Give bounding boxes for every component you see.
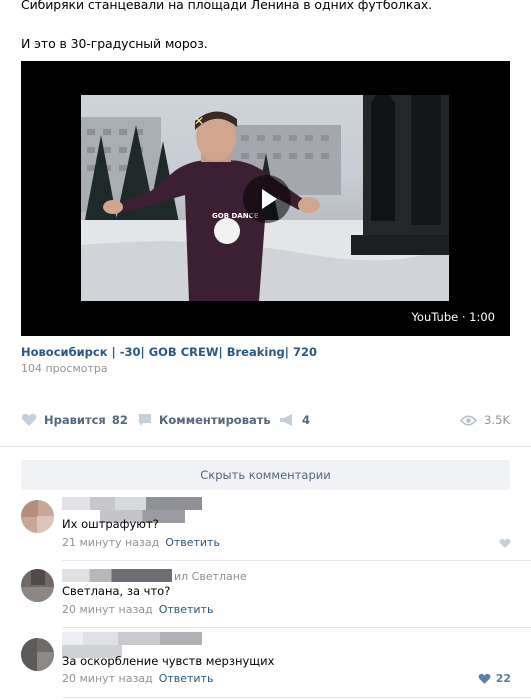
- comment-label: Комментировать: [159, 413, 271, 427]
- comment-button[interactable]: Комментировать: [138, 413, 271, 427]
- comment-text: Их оштрафуют?: [62, 517, 159, 531]
- heart-icon: [21, 413, 37, 426]
- comment-meta: 21 минуту назад Ответить: [62, 536, 220, 549]
- views-count: 3.5K: [484, 413, 510, 427]
- comment-time[interactable]: 20 минут назад: [62, 603, 153, 616]
- reply-link[interactable]: Ответить: [165, 536, 220, 549]
- comment-divider: [62, 627, 531, 628]
- share-count: 4: [302, 413, 311, 427]
- video-source-duration: YouTube · 1:00: [411, 310, 495, 324]
- avatar[interactable]: [21, 638, 54, 671]
- comment-divider: [62, 697, 531, 698]
- comment-like-count: 22: [495, 672, 511, 685]
- like-count: 82: [111, 413, 128, 427]
- comment-meta: 20 минут назад Ответить: [62, 603, 213, 616]
- svg-text:✕: ✕: [194, 114, 204, 128]
- hide-comments-button[interactable]: Скрыть комментарии: [21, 460, 510, 490]
- eye-icon: [460, 414, 478, 426]
- comment-time[interactable]: 20 минут назад: [62, 672, 153, 685]
- author-name-blurred[interactable]: [62, 569, 172, 582]
- comment-meta: 20 минут назад Ответить: [62, 672, 213, 685]
- avatar[interactable]: [21, 569, 54, 602]
- author-name-blurred[interactable]: [62, 497, 202, 510]
- reply-link[interactable]: Ответить: [159, 672, 214, 685]
- comment-divider: [62, 560, 531, 561]
- comment-item: Их оштрафуют? 21 минуту назад Ответить: [0, 495, 531, 561]
- comment-item: ил Светлане Светлана, за что? 20 минут н…: [0, 566, 531, 628]
- play-icon[interactable]: [243, 175, 291, 223]
- video-views: 104 просмотра: [21, 362, 108, 375]
- comment-like-button[interactable]: 22: [478, 672, 511, 685]
- reply-link[interactable]: Ответить: [159, 603, 214, 616]
- views-counter: 3.5K: [460, 413, 510, 427]
- video-thumbnail[interactable]: GOB DANCE ✕: [81, 95, 449, 301]
- share-icon: [280, 414, 292, 426]
- divider: [0, 446, 531, 447]
- like-label: Нравится: [44, 413, 106, 427]
- reply-to-label[interactable]: ил Светлане: [174, 570, 247, 583]
- comment-icon: [139, 414, 151, 426]
- share-button[interactable]: 4: [279, 413, 310, 427]
- heart-icon: [478, 673, 491, 684]
- comment-text: Светлана, за что?: [62, 584, 171, 598]
- avatar[interactable]: [21, 500, 54, 533]
- post-text-line-1: Сибиряки станцевали на площади Ленина в …: [21, 0, 433, 12]
- post-text-line-2: И это в 30-градусный мороз.: [21, 36, 208, 51]
- video-player[interactable]: GOB DANCE ✕ YouTube · 1:00: [21, 61, 510, 336]
- comment-item: За оскорбление чувств мерзнущих 20 минут…: [0, 632, 531, 700]
- like-button[interactable]: Нравится 82: [21, 413, 128, 427]
- video-title-link[interactable]: Новосибирск | -30| GOB CREW| Breaking| 7…: [21, 345, 317, 359]
- comment-time[interactable]: 21 минуту назад: [62, 536, 159, 549]
- comment-text: За оскорбление чувств мерзнущих: [62, 654, 275, 668]
- author-name-blurred[interactable]: [62, 632, 202, 645]
- heart-icon[interactable]: [499, 538, 511, 549]
